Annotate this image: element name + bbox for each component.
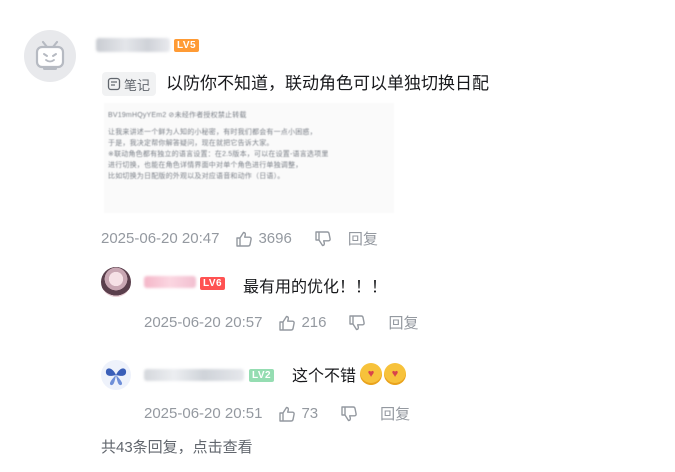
reply-button[interactable]: 回复 (348, 228, 378, 249)
reply-text: 最有用的优化！！！ (243, 279, 388, 296)
reply-button[interactable]: 回复 (388, 312, 418, 333)
dislike-button[interactable] (340, 405, 358, 423)
like-button[interactable]: 3696 (235, 230, 292, 248)
comment-meta: 2025-06-20 20:47 3696 回复 (101, 228, 378, 249)
like-count: 73 (301, 405, 319, 422)
note-line: BV19mHQyYEm2 ⊘未经作者授权禁止转载 (108, 112, 247, 119)
thumbs-down-icon (349, 314, 366, 330)
reply-username-blurred[interactable] (144, 276, 196, 288)
reply-meta: 2025-06-20 20:57 216 回复 (144, 312, 418, 333)
reply-avatar[interactable] (101, 267, 131, 297)
like-count: 3696 (258, 230, 292, 247)
note-line: 让我来讲述一个鲜为人知的小秘密，有时我们都会有一点小困惑， (108, 129, 317, 136)
note-line: 于是，我决定帮你解答疑问，现在就把它告诉大家。 (108, 140, 274, 147)
note-line: ※联动角色都有独立的语言设置：在2.5版本，可以在设置-语言选项里 (108, 151, 329, 158)
note-icon (107, 77, 121, 91)
like-button[interactable]: 216 (278, 314, 326, 332)
note-tag-label: 笔记 (124, 77, 151, 93)
thumbs-down-icon (341, 405, 357, 421)
dislike-button[interactable] (348, 314, 366, 332)
kiss-emoji-icon: ♥ (360, 363, 383, 385)
note-line: 比如切换为日配版的外观以及对应语音和动作（日语）。 (108, 173, 285, 180)
reply-meta: 2025-06-20 20:51 73 回复 (144, 403, 410, 424)
timestamp: 2025-06-20 20:51 (144, 405, 263, 422)
kiss-emoji-icon: ♥ (384, 363, 407, 385)
level-badge: LV2 (249, 369, 275, 382)
reply-username-blurred[interactable] (144, 369, 244, 381)
username-blurred[interactable] (96, 38, 170, 52)
thumbs-up-icon (279, 315, 296, 331)
level-badge: LV5 (174, 39, 200, 52)
tv-avatar-icon (35, 40, 65, 70)
dislike-button[interactable] (314, 230, 332, 248)
like-button[interactable]: 73 (278, 405, 318, 423)
like-count: 216 (301, 314, 327, 331)
reply-text: 这个不错 ♥ ♥ (292, 362, 407, 386)
reply-avatar[interactable] (101, 360, 131, 390)
view-more-replies-link[interactable]: 共43条回复，点击查看 (101, 436, 253, 457)
user-avatar[interactable] (24, 30, 76, 82)
reply-text-content: 这个不错 (292, 368, 357, 385)
thumbs-up-icon (279, 406, 296, 422)
reply-button[interactable]: 回复 (380, 403, 410, 424)
thumbs-down-icon (315, 230, 331, 246)
note-image[interactable]: BV19mHQyYEm2 ⊘未经作者授权禁止转载 让我来讲述一个鲜为人知的小秘密… (104, 103, 394, 213)
note-line: 进行切换，也能在角色详情界面中对单个角色进行单独调整， (108, 162, 303, 169)
level-badge: LV6 (200, 277, 226, 290)
thumbs-up-icon (236, 231, 253, 247)
comment-text: 以防你不知道，联动角色可以单独切换日配 (166, 74, 489, 93)
timestamp: 2025-06-20 20:57 (144, 314, 263, 331)
timestamp: 2025-06-20 20:47 (101, 230, 220, 247)
butterfly-icon (105, 368, 127, 386)
note-tag[interactable]: 笔记 (102, 72, 157, 96)
